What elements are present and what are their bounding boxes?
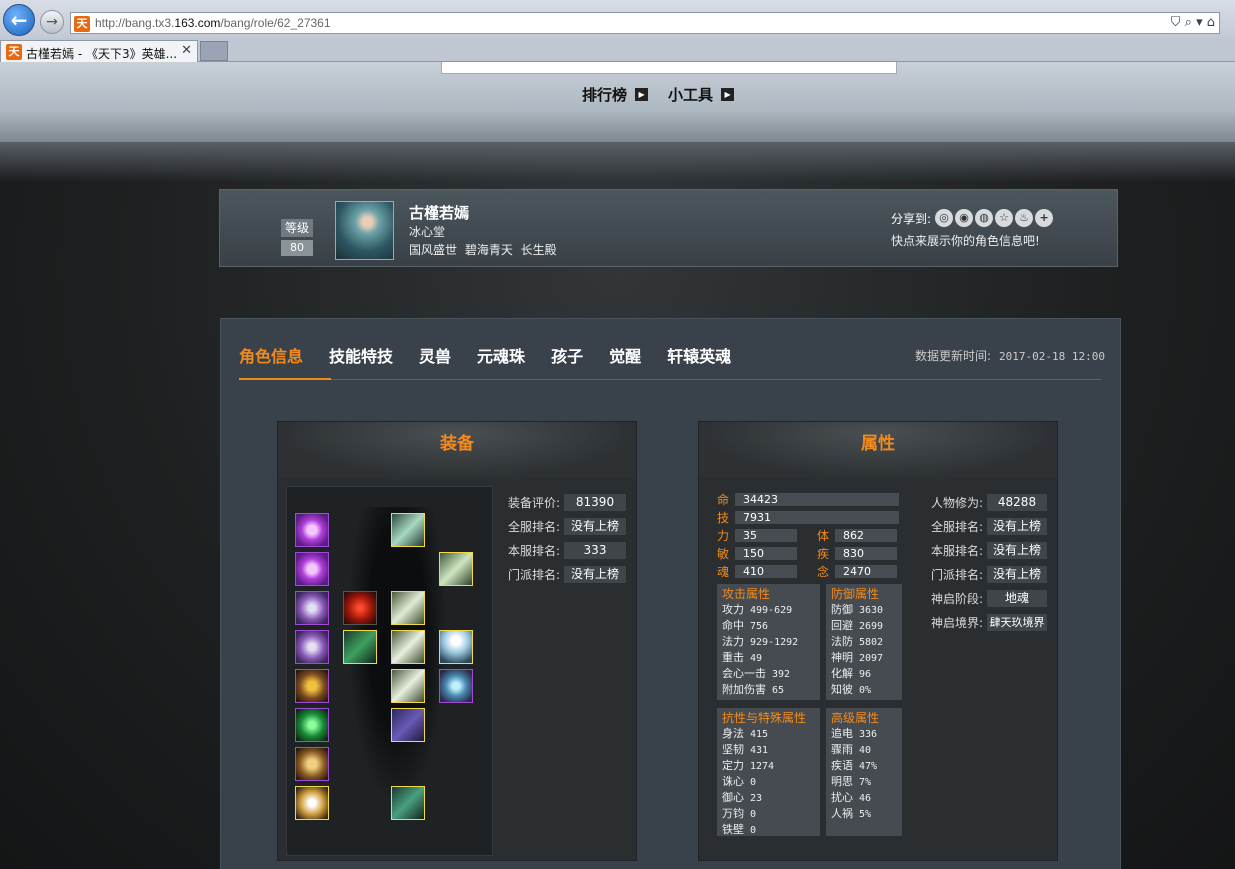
level-label: 等级 bbox=[281, 219, 313, 237]
character-guild: 冰心堂 bbox=[409, 225, 446, 239]
equip-slot[interactable] bbox=[391, 513, 425, 547]
url-input[interactable]: 天 http://bang.tx3.163.com/bang/role/62_2… bbox=[70, 12, 1220, 34]
browser-tab[interactable]: 天 古槿若嫣 - 《天下3》英雄... ✕ bbox=[0, 40, 198, 62]
equip-slot[interactable] bbox=[295, 747, 329, 781]
tab-skills[interactable]: 技能特技 bbox=[329, 343, 393, 371]
equip-slot[interactable] bbox=[439, 630, 473, 664]
attr-pair-row: 力 35 体 862 bbox=[717, 526, 899, 544]
tab-favicon-icon: 天 bbox=[6, 44, 22, 60]
attr-pair-row: 魂 410 念 2470 bbox=[717, 562, 899, 580]
plus-icon[interactable]: + bbox=[1035, 209, 1054, 227]
weibo-icon[interactable]: ◍ bbox=[975, 209, 994, 227]
equip-slot[interactable] bbox=[295, 591, 329, 625]
equip-slot[interactable] bbox=[295, 669, 329, 703]
address-bar-tools-icon[interactable]: ⛉ ⌕ ▾ ⌂ bbox=[1171, 15, 1215, 30]
equip-slot[interactable] bbox=[391, 786, 425, 820]
tab-divider bbox=[239, 379, 1101, 380]
equip-slot[interactable] bbox=[343, 630, 377, 664]
cultivation-stats: 人物修为: 48288 全服排名: 没有上榜 本服排名: 没有上榜 门派排名: 没有上榜… bbox=[931, 490, 1047, 634]
equip-school-rank-row: 门派排名: 没有上榜 bbox=[508, 562, 626, 586]
browser-tab-bar: 天 古槿若嫣 - 《天下3》英雄... ✕ bbox=[0, 38, 1235, 62]
page: 排行榜 ▶ 小工具 ▶ 等级 80 古槿若嫣 冰心堂 国风盛世 碧海青天 长生殿… bbox=[0, 62, 1235, 869]
tab-children[interactable]: 孩子 bbox=[551, 343, 583, 371]
equip-global-rank-row: 全服排名: 没有上榜 bbox=[508, 514, 626, 538]
cultivation-global-rank-row: 全服排名: 没有上榜 bbox=[931, 514, 1047, 538]
equip-slot[interactable] bbox=[391, 630, 425, 664]
nav-ranking[interactable]: 排行榜 ▶ bbox=[582, 84, 649, 105]
search-box[interactable] bbox=[441, 62, 897, 74]
equip-slot[interactable] bbox=[343, 591, 377, 625]
character-name: 古槿若嫣 bbox=[409, 204, 470, 222]
equip-slot[interactable] bbox=[295, 630, 329, 664]
tab-pets[interactable]: 灵兽 bbox=[419, 343, 451, 371]
attr-mp-row: 技 7931 bbox=[717, 508, 899, 526]
wechat-icon[interactable]: ◎ bbox=[935, 209, 954, 227]
avatar bbox=[335, 201, 394, 260]
forward-button[interactable]: → bbox=[40, 10, 64, 34]
equip-slot[interactable] bbox=[391, 708, 425, 742]
base-attributes: 命 34423 技 7931 力 35 体 862 敏 150 疾 830 魂 410 念 2470 bbox=[717, 490, 899, 580]
divine-realm-row: 神启境界: 肆天玖境界 bbox=[931, 610, 1047, 634]
back-button[interactable]: ← bbox=[3, 4, 35, 36]
share-bar: 分享到: ◎ ◉ ◍ ☆ ♨ + bbox=[891, 209, 1054, 227]
equip-slot[interactable] bbox=[295, 552, 329, 586]
role-info-panel: 角色信息 技能特技 灵兽 元魂珠 孩子 觉醒 轩辕英魂 数据更新时间: 2017-… bbox=[220, 318, 1121, 869]
update-time: 数据更新时间: 2017-02-18 12:00 bbox=[915, 349, 1106, 363]
share-tip: 快点来展示你的角色信息吧! bbox=[891, 234, 1040, 248]
browser-address-bar: ← → 天 http://bang.tx3.163.com/bang/role/… bbox=[0, 0, 1235, 38]
equip-slot[interactable] bbox=[295, 786, 329, 820]
equip-server-rank-row: 本服排名: 333 bbox=[508, 538, 626, 562]
equip-slot[interactable] bbox=[439, 669, 473, 703]
site-favicon-icon: 天 bbox=[74, 16, 90, 32]
attr-hp-row: 命 34423 bbox=[717, 490, 899, 508]
nav-tools[interactable]: 小工具 ▶ bbox=[668, 84, 735, 105]
character-server: 国风盛世 碧海青天 长生殿 bbox=[409, 243, 557, 257]
equipment-stats: 装备评价: 81390 全服排名: 没有上榜 本服排名: 333 门派排名: 没有上榜 bbox=[508, 490, 626, 586]
tab-title: 古槿若嫣 - 《天下3》英雄... bbox=[26, 47, 178, 61]
cultivation-row: 人物修为: 48288 bbox=[931, 490, 1047, 514]
tab-active-indicator bbox=[239, 378, 331, 380]
attack-attributes: 攻击属性 攻力 499-629 命中 756 法力 929-1292 重击 49 会心一… bbox=[717, 584, 820, 700]
cultivation-school-rank-row: 门派排名: 没有上榜 bbox=[931, 562, 1047, 586]
tab-xuanyuan[interactable]: 轩辕英魂 bbox=[667, 343, 731, 371]
divine-stage-row: 神启阶段: 地魂 bbox=[931, 586, 1047, 610]
equipment-title: 装备 bbox=[278, 422, 636, 478]
equip-slot[interactable] bbox=[391, 669, 425, 703]
profile-banner: 等级 80 古槿若嫣 冰心堂 国风盛世 碧海青天 长生殿 分享到: ◎ ◉ ◍ … bbox=[219, 189, 1118, 267]
cultivation-server-rank-row: 本服排名: 没有上榜 bbox=[931, 538, 1047, 562]
tab-soul-beads[interactable]: 元魂珠 bbox=[477, 343, 525, 371]
equip-slot[interactable] bbox=[295, 513, 329, 547]
tab-awakening[interactable]: 觉醒 bbox=[609, 343, 641, 371]
tab-role-info[interactable]: 角色信息 bbox=[239, 343, 303, 371]
tab-close-icon[interactable]: ✕ bbox=[181, 43, 192, 58]
top-nav: 排行榜 ▶ 小工具 ▶ bbox=[582, 84, 735, 105]
play-icon: ▶ bbox=[635, 88, 649, 101]
equip-slot[interactable] bbox=[295, 708, 329, 742]
share-label: 分享到: bbox=[891, 211, 932, 226]
qq-icon[interactable]: ◉ bbox=[955, 209, 974, 227]
play-icon: ▶ bbox=[721, 88, 735, 101]
equip-slot[interactable] bbox=[391, 591, 425, 625]
star-icon[interactable]: ☆ bbox=[995, 209, 1014, 227]
advanced-attributes: 高级属性 追电 336 骤雨 40 疾语 47% 明思 7% 扰心 46 人祸 5% bbox=[826, 708, 902, 836]
url-text: http://bang.tx3.163.com/bang/role/62_273… bbox=[95, 16, 331, 30]
tab-strip: 角色信息 技能特技 灵兽 元魂珠 孩子 觉醒 轩辕英魂 bbox=[239, 343, 757, 371]
equip-score-row: 装备评价: 81390 bbox=[508, 490, 626, 514]
new-tab-button[interactable] bbox=[200, 41, 228, 61]
equip-slot[interactable] bbox=[439, 552, 473, 586]
equipment-slots bbox=[286, 486, 493, 856]
equipment-card: 装备 装备评价: 81390 全服排名: 没有上榜 本服排名: 333 门派排名… bbox=[277, 421, 637, 861]
attr-pair-row: 敏 150 疾 830 bbox=[717, 544, 899, 562]
attributes-title: 属性 bbox=[699, 422, 1057, 478]
resist-attributes: 抗性与特殊属性 身法 415 坚韧 431 定力 1274 诛心 0 御心 23 万钧 0 … bbox=[717, 708, 820, 836]
level-value: 80 bbox=[281, 240, 313, 256]
attributes-card: 属性 命 34423 技 7931 力 35 体 862 敏 150 疾 830 魂 410 念 24… bbox=[698, 421, 1058, 861]
defense-attributes: 防御属性 防御 3630 回避 2699 法防 5802 神明 2097 化解 96 知彼… bbox=[826, 584, 902, 700]
tencent-weibo-icon[interactable]: ♨ bbox=[1015, 209, 1034, 227]
